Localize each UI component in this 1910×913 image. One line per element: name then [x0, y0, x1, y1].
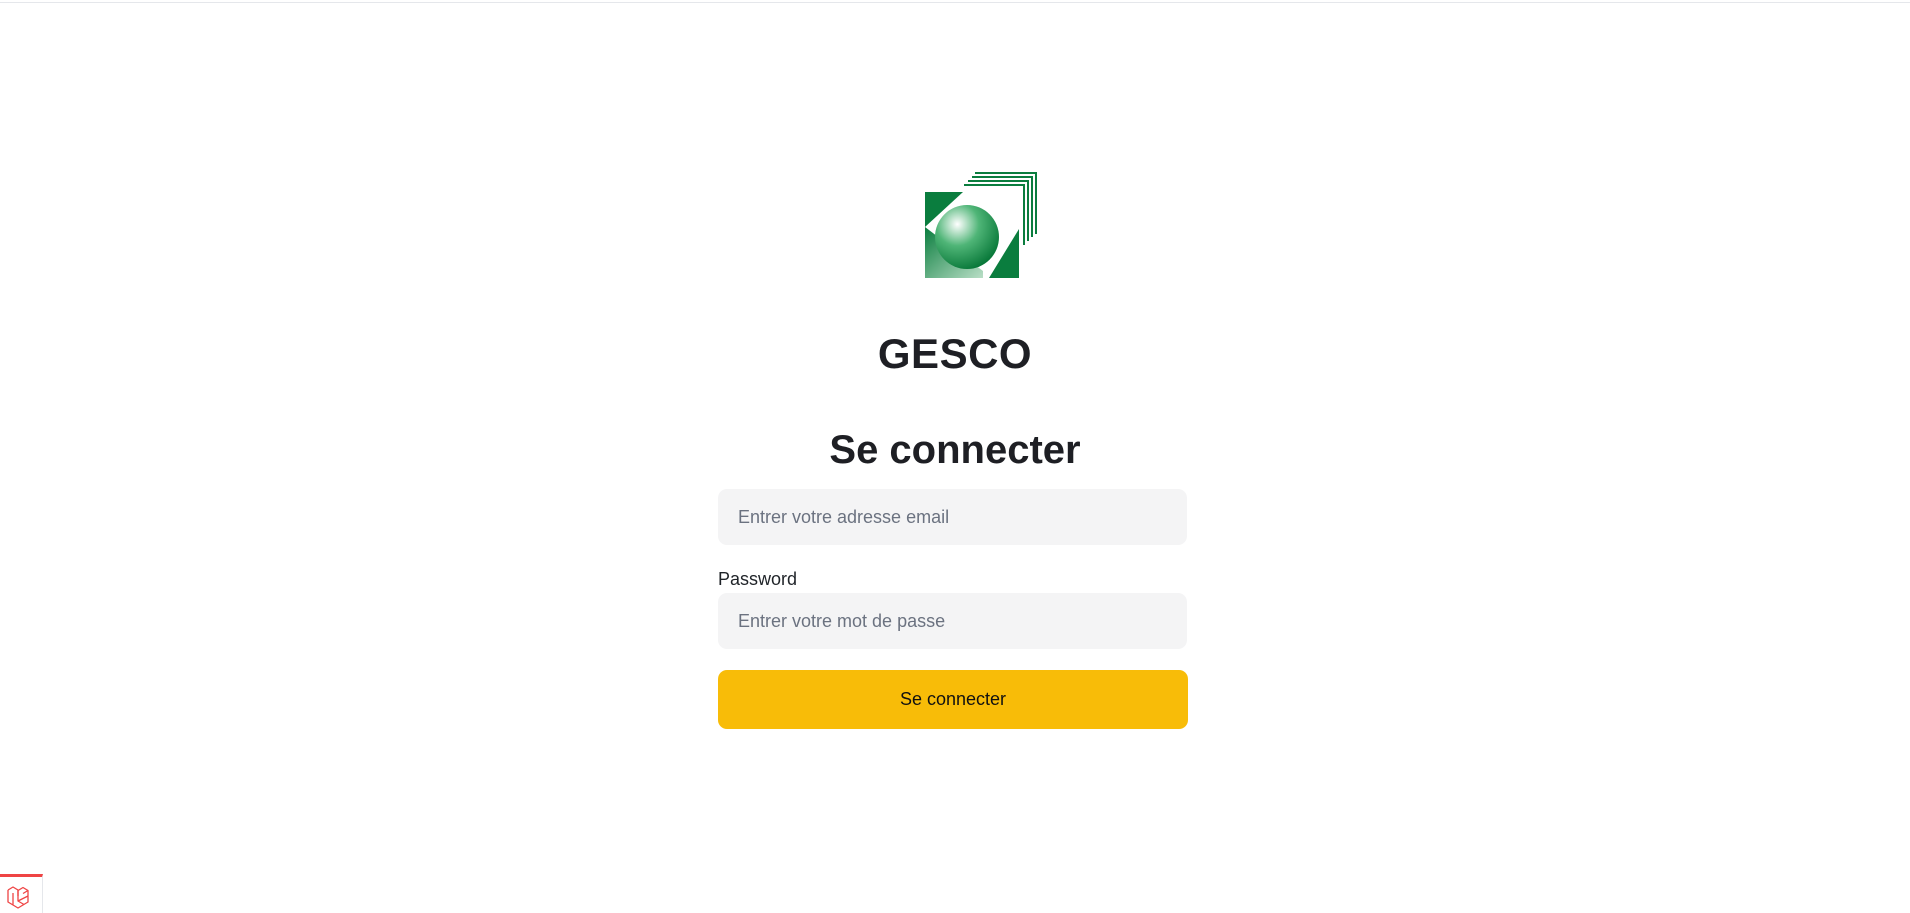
- password-field[interactable]: [718, 593, 1187, 649]
- top-divider: [0, 2, 1910, 3]
- email-field[interactable]: [718, 489, 1187, 545]
- gesco-logo-icon: [925, 172, 1037, 278]
- page-title: Se connecter: [829, 428, 1081, 472]
- brand-name: GESCO: [877, 330, 1033, 377]
- login-button[interactable]: Se connecter: [718, 670, 1188, 729]
- debug-toolbar-toggle[interactable]: [0, 874, 43, 913]
- laravel-icon: [7, 886, 29, 909]
- password-label: Password: [718, 569, 798, 589]
